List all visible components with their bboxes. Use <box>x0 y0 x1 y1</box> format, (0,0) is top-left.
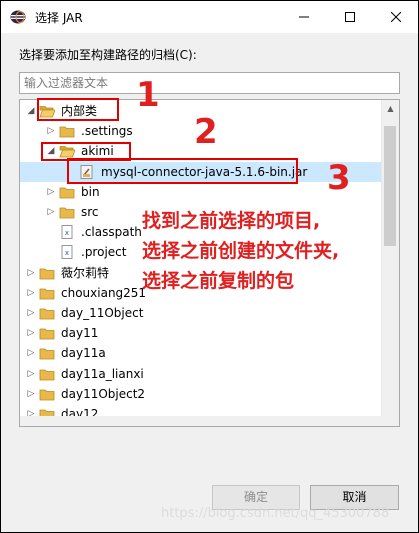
tree-row-label: day11a <box>61 346 106 361</box>
collapsed-arrow-icon[interactable]: ▷ <box>26 303 36 323</box>
collapsed-arrow-icon[interactable]: ▷ <box>26 283 36 303</box>
scroll-up-icon[interactable]: ▲ <box>382 100 399 117</box>
folder-icon <box>39 286 55 300</box>
annotation-step-1: 1 <box>136 75 160 115</box>
select-jar-dialog: 选择 JAR 选择要添加至构建路径的归档(C): ◢内部类▷.settings◢… <box>0 0 419 533</box>
annotation-note-line-1: 找到之前选择的项目, <box>142 210 321 232</box>
tree-row-label: 薇尔莉特 <box>61 265 110 280</box>
maximize-icon <box>345 12 355 22</box>
filter-input[interactable] <box>19 72 400 94</box>
tree-row-label: .classpath <box>81 225 142 240</box>
svg-text:x: x <box>65 249 69 257</box>
title-bar: 选择 JAR <box>1 1 418 33</box>
tree-row[interactable]: ▷ day11Object2 <box>20 384 382 404</box>
collapsed-arrow-icon[interactable]: ▷ <box>46 182 56 202</box>
annotation-box-1 <box>37 98 119 121</box>
folder-icon <box>39 367 55 381</box>
folder-icon <box>39 306 55 320</box>
window-title: 选择 JAR <box>35 11 83 25</box>
annotation-step-2: 2 <box>194 112 218 152</box>
collapsed-arrow-icon[interactable]: ▷ <box>26 263 36 283</box>
tree-row-label: day11 <box>61 326 99 341</box>
annotation-note: 找到之前选择的项目, 选择之前创建的文件夹, 选择之前复制的包 <box>142 206 339 296</box>
folder-icon <box>59 124 75 138</box>
maximize-button[interactable] <box>327 1 373 33</box>
horizontal-scrollbar[interactable] <box>20 416 382 426</box>
collapsed-arrow-icon[interactable]: ▷ <box>46 202 56 222</box>
tree-row[interactable]: ▷ day11 <box>20 323 382 343</box>
collapsed-arrow-icon[interactable]: ▷ <box>26 343 36 363</box>
collapsed-arrow-icon[interactable]: ▷ <box>26 384 36 404</box>
folder-icon <box>39 326 55 340</box>
minimize-button[interactable] <box>281 1 327 33</box>
tree-row[interactable]: ▷ day11a_lianxi <box>20 364 382 384</box>
annotation-note-line-2: 选择之前创建的文件夹, <box>142 240 340 262</box>
collapsed-arrow-icon[interactable]: ▷ <box>26 364 36 384</box>
archive-prompt-label: 选择要添加至构建路径的归档(C): <box>19 48 197 62</box>
folder-icon <box>39 346 55 360</box>
folder-icon <box>39 266 55 280</box>
tree-row-label: day_11Object <box>61 306 144 320</box>
tree-row-label: .project <box>81 245 127 260</box>
scroll-thumb[interactable] <box>384 126 396 246</box>
tree-row[interactable]: ▷ day_11Object <box>20 303 382 323</box>
xml-file-icon: x <box>59 225 75 240</box>
tree-row-label: day11a_lianxi <box>61 366 144 381</box>
tree-row-label: day11Object2 <box>61 386 146 401</box>
close-button[interactable] <box>373 1 418 33</box>
expanded-arrow-icon[interactable]: ◢ <box>26 101 36 121</box>
vertical-scrollbar[interactable]: ▲ <box>381 100 399 426</box>
svg-text:x: x <box>65 229 69 237</box>
xml-file-icon: x <box>59 245 75 260</box>
tree-row-label: .settings <box>81 124 133 139</box>
tree-row-label: bin <box>81 184 100 199</box>
folder-icon <box>39 387 55 401</box>
eclipse-app-icon <box>10 10 26 24</box>
folder-icon <box>59 185 75 199</box>
minimize-icon <box>299 16 309 18</box>
tree-row-label: chouxiang251 <box>61 285 147 300</box>
annotation-box-3 <box>67 158 298 184</box>
collapsed-arrow-icon[interactable]: ▷ <box>46 121 56 141</box>
annotation-note-line-3: 选择之前复制的包 <box>142 270 295 292</box>
close-icon <box>391 12 401 22</box>
annotation-step-3: 3 <box>327 158 351 198</box>
tree-row[interactable]: ▷ day11a <box>20 343 382 363</box>
folder-icon <box>59 205 75 219</box>
collapsed-arrow-icon[interactable]: ▷ <box>26 323 36 343</box>
watermark: https://blog.csdn.net/qq_45300788 <box>161 506 390 521</box>
tree-row-label: src <box>81 205 99 219</box>
